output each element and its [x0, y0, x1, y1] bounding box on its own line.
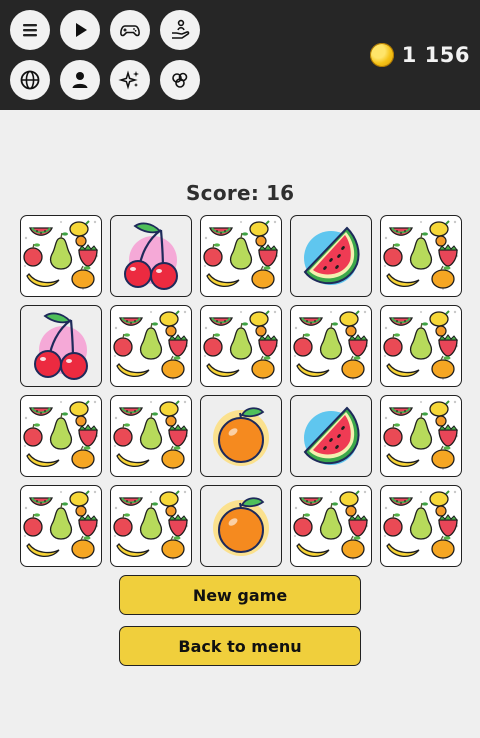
card-face-down[interactable]: [200, 305, 282, 387]
sparkles-icon: [118, 70, 139, 90]
fruit-pattern-icon: [111, 486, 191, 566]
menu-icon: [23, 24, 37, 37]
card-face-down[interactable]: [290, 485, 372, 567]
card-face-down[interactable]: [380, 305, 462, 387]
card-face-down[interactable]: [380, 215, 462, 297]
card-face-down[interactable]: [110, 395, 192, 477]
fruit-pattern-icon: [201, 216, 281, 296]
games-button[interactable]: [110, 10, 150, 50]
fruit-pattern-icon: [381, 306, 461, 386]
fruit-pattern-icon: [381, 396, 461, 476]
score-display: Score: 16: [0, 181, 480, 205]
new-game-button[interactable]: New game: [119, 575, 361, 615]
profile-button[interactable]: [60, 60, 100, 100]
fruit-pattern-icon: [201, 306, 281, 386]
card-orange[interactable]: [200, 485, 282, 567]
score-label: Score:: [185, 181, 260, 205]
play-button[interactable]: [60, 10, 100, 50]
cherry-icon: [21, 306, 101, 386]
globe-icon: [20, 70, 40, 90]
fruit-pattern-icon: [21, 486, 101, 566]
card-face-down[interactable]: [290, 305, 372, 387]
card-watermelon[interactable]: [290, 395, 372, 477]
cloud-circles-icon: [172, 72, 188, 88]
card-face-down[interactable]: [200, 215, 282, 297]
fruit-pattern-icon: [381, 486, 461, 566]
support-button[interactable]: [160, 10, 200, 50]
effects-button[interactable]: [110, 60, 150, 100]
cherry-icon: [111, 216, 191, 296]
fruit-pattern-icon: [21, 396, 101, 476]
card-face-down[interactable]: [20, 215, 102, 297]
play-icon: [76, 23, 87, 37]
card-cherry[interactable]: [20, 305, 102, 387]
fruit-pattern-icon: [381, 216, 461, 296]
coin-icon: [369, 43, 394, 67]
fruit-pattern-icon: [111, 306, 191, 386]
fruit-pattern-icon: [291, 486, 371, 566]
card-face-down[interactable]: [110, 485, 192, 567]
card-face-down[interactable]: [20, 395, 102, 477]
language-button[interactable]: [10, 60, 50, 100]
gamepad-icon: [120, 25, 140, 37]
coin-count: 1 156: [401, 43, 470, 67]
coin-balance: 1 156: [369, 42, 470, 68]
fruit-pattern-icon: [291, 306, 371, 386]
card-orange[interactable]: [200, 395, 282, 477]
fruit-pattern-icon: [111, 396, 191, 476]
orange-icon: [201, 396, 281, 476]
top-bar: 1 156: [0, 0, 480, 110]
hand-person-icon: [172, 19, 190, 39]
card-watermelon[interactable]: [290, 215, 372, 297]
card-cherry[interactable]: [110, 215, 192, 297]
watermelon-icon: [291, 396, 371, 476]
watermelon-icon: [291, 216, 371, 296]
card-face-down[interactable]: [380, 395, 462, 477]
user-icon: [72, 72, 88, 88]
themes-button[interactable]: [160, 60, 200, 100]
card-face-down[interactable]: [110, 305, 192, 387]
card-board: [20, 215, 462, 567]
menu-button[interactable]: [10, 10, 50, 50]
orange-icon: [201, 486, 281, 566]
score-value: 16: [266, 181, 295, 205]
card-face-down[interactable]: [380, 485, 462, 567]
back-to-menu-button[interactable]: Back to menu: [119, 626, 361, 666]
fruit-pattern-icon: [21, 216, 101, 296]
card-face-down[interactable]: [20, 485, 102, 567]
